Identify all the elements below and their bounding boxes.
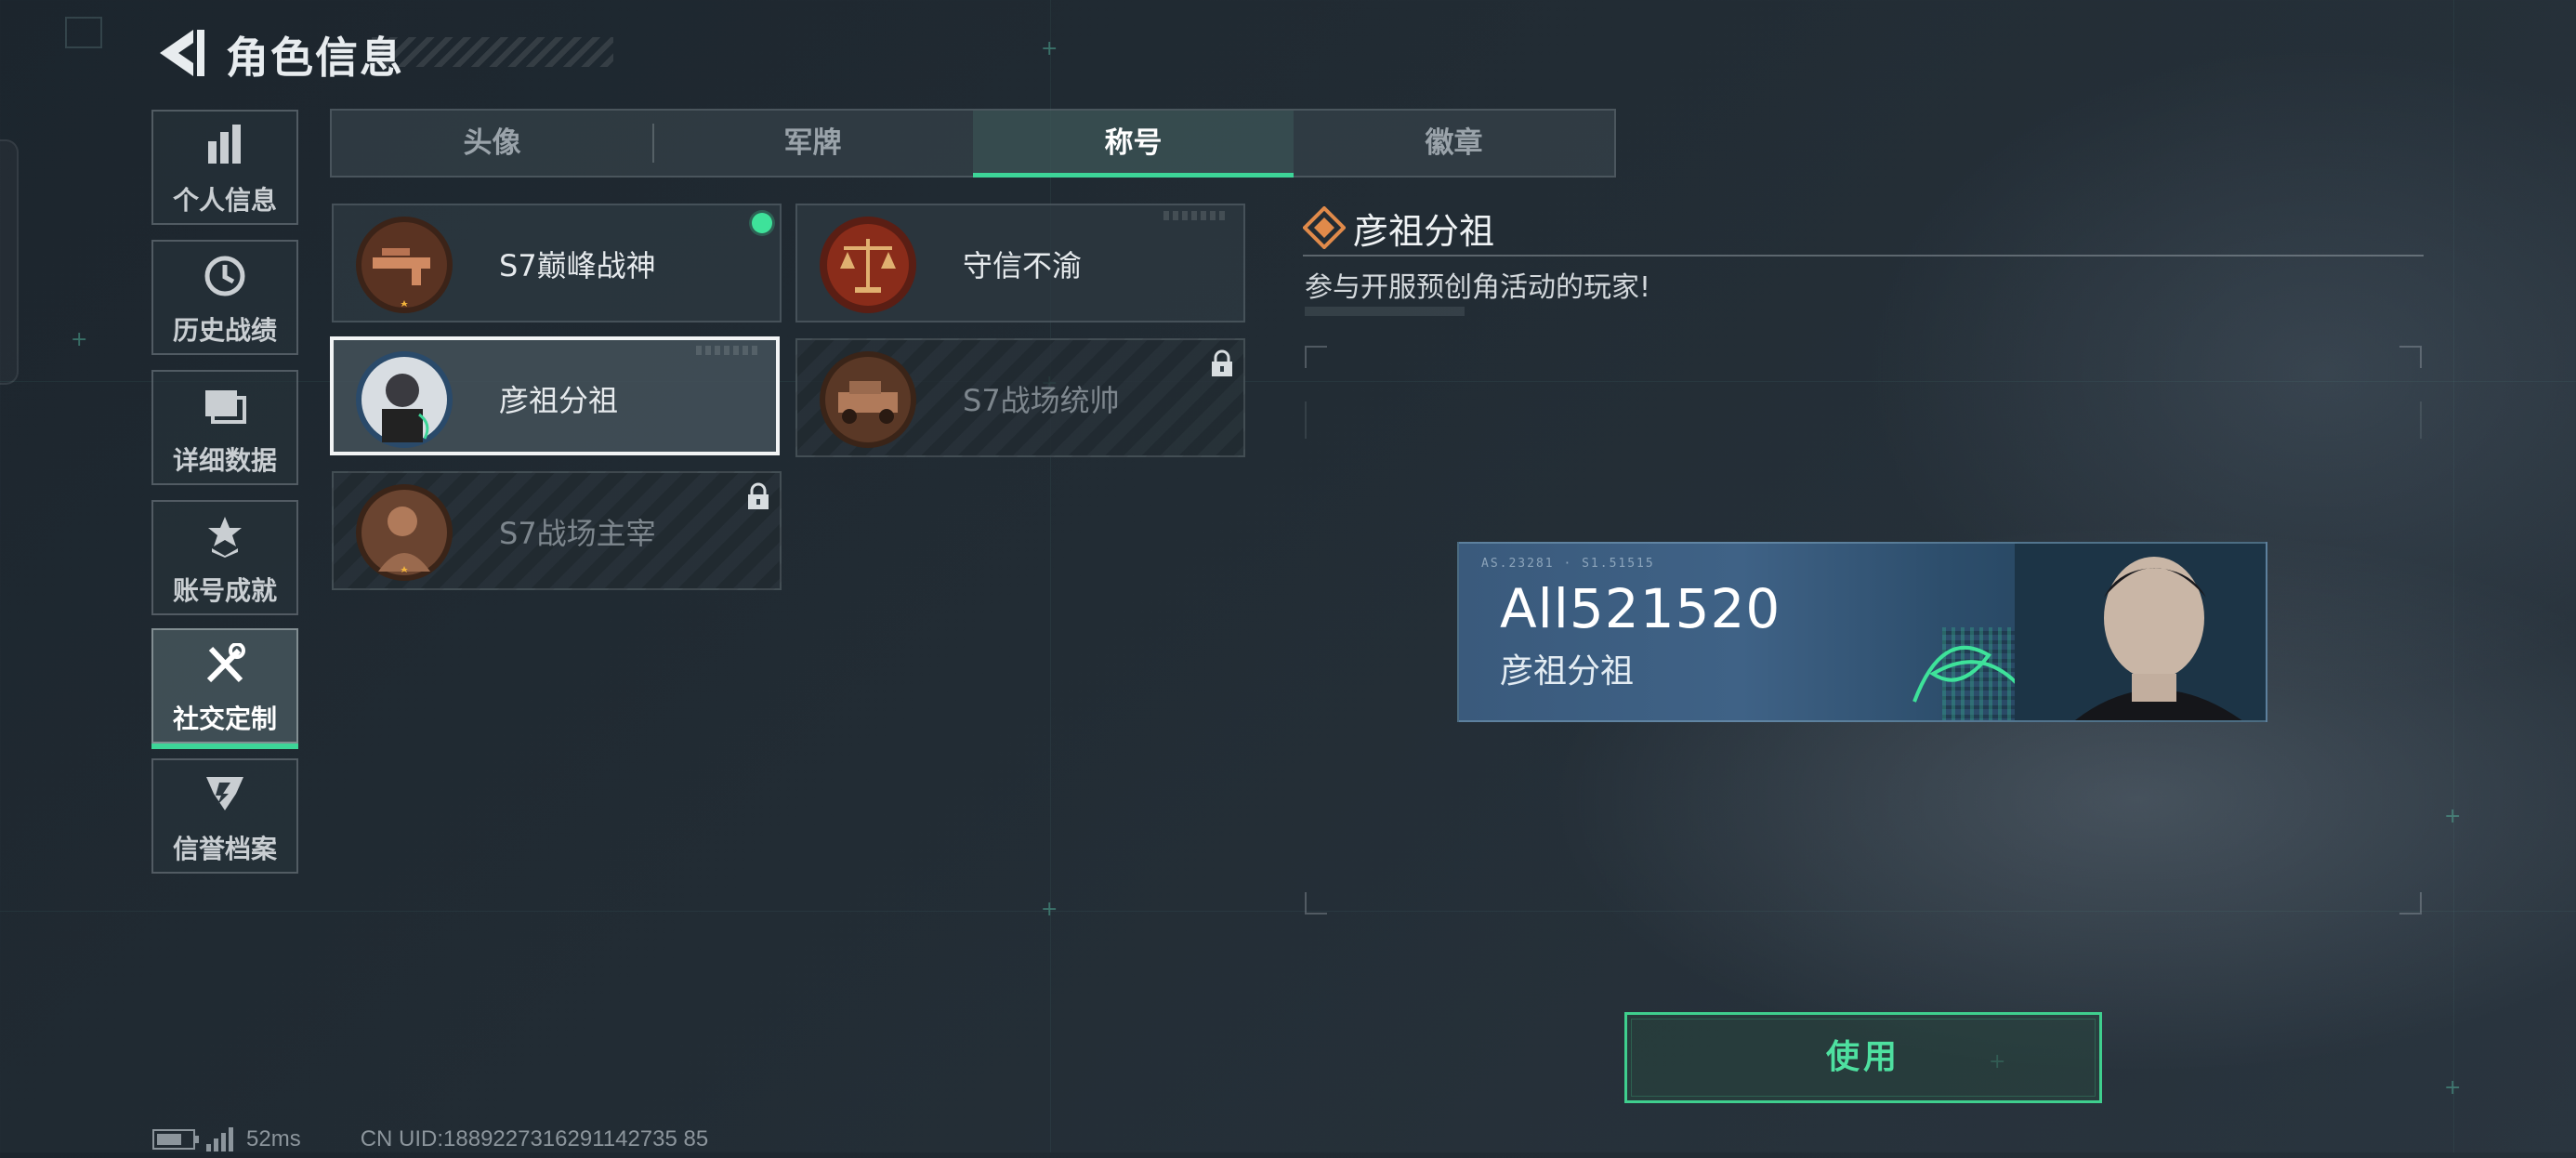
title-name: S7战场主宰 [499, 516, 656, 551]
divider [1303, 255, 2424, 257]
use-button[interactable]: 使用 [1624, 1012, 2102, 1103]
crosshair-deco-icon: + [71, 328, 88, 351]
sidebar-item-history[interactable]: 历史战绩 [151, 240, 298, 355]
title-card[interactable]: S7战场主宰 [332, 471, 782, 590]
equipped-indicator-icon [752, 213, 772, 233]
title-stripe-deco [372, 37, 613, 67]
shield-icon [153, 773, 296, 829]
title-card[interactable]: 守信不渝 [795, 204, 1245, 322]
frame-tick [1305, 401, 1307, 439]
ping-text: 52ms [246, 1126, 301, 1151]
nameplate-player-id: All521520 [1500, 577, 1781, 640]
lock-icon [748, 482, 769, 509]
weapon-emblem-icon [356, 217, 453, 313]
frame-corner [2399, 892, 2422, 915]
tools-icon [153, 642, 296, 699]
frame-corner [2399, 346, 2422, 368]
title-card[interactable]: 彦祖分祖 [330, 336, 780, 455]
tab-title[interactable]: 称号 [973, 111, 1294, 178]
title-name: 守信不渝 [963, 248, 1083, 283]
folder-icon [153, 385, 296, 441]
sidebar-item-achievements[interactable]: 账号成就 [151, 500, 298, 615]
edge-handle[interactable] [0, 139, 19, 385]
sidebar-item-label: 社交定制 [172, 704, 277, 734]
sidebar-item-label: 信誉档案 [172, 834, 277, 864]
sidebar-item-label: 个人信息 [172, 185, 277, 216]
sidebar-item-social-custom[interactable]: 社交定制 [151, 628, 298, 749]
corner-frame-deco [65, 17, 102, 48]
scales-emblem-icon [820, 217, 916, 313]
vehicle-emblem-icon [820, 351, 916, 448]
portrait-icon [2015, 544, 2266, 720]
sidebar-item-label: 账号成就 [172, 575, 277, 606]
clock-history-icon [153, 255, 296, 310]
frame-corner [1305, 346, 1327, 368]
crosshair-deco-icon: + [1041, 37, 1058, 60]
crosshair-deco-icon: + [2444, 1076, 2462, 1099]
uid-text: CN UID:1889227316291142735 85 [360, 1126, 709, 1151]
title-name: 彦祖分祖 [499, 383, 619, 418]
tab-avatar[interactable]: 头像 [332, 111, 652, 176]
card-deco [1163, 211, 1229, 220]
signal-icon [206, 1127, 233, 1151]
medal-icon [153, 515, 296, 571]
detail-title: 彦祖分祖 [1353, 211, 1495, 252]
bar-chart-icon [153, 125, 296, 180]
nameplate-title: 彦祖分祖 [1500, 652, 1635, 691]
portrait-emblem-icon [356, 351, 453, 448]
title-name: S7巅峰战神 [499, 248, 656, 283]
sidebar-item-credit[interactable]: 信誉档案 [151, 758, 298, 874]
grid-line [2453, 0, 2454, 1152]
diamond-title-icon [1303, 206, 1346, 249]
crosshair-deco-icon: + [1041, 898, 1058, 921]
detail-deco [1305, 307, 1465, 316]
frame-corner [1305, 892, 1327, 915]
battery-icon [152, 1129, 199, 1150]
detail-description: 参与开服预创角活动的玩家! [1305, 271, 1651, 304]
crosshair-deco-icon: + [2444, 805, 2462, 828]
sidebar-item-personal-info[interactable]: 个人信息 [151, 110, 298, 225]
back-arrow-icon [160, 30, 204, 76]
title-card[interactable]: S7巅峰战神 [332, 204, 782, 322]
nameplate-deco-text: AS.23281 · S1.51515 [1481, 557, 1655, 571]
nameplate-preview: AS.23281 · S1.51515 All521520 彦祖分祖 [1457, 542, 2267, 722]
tab-badge[interactable]: 徽章 [1294, 111, 1614, 176]
tab-dog-tag[interactable]: 军牌 [652, 111, 973, 176]
status-bar: 52ms CN UID:1889227316291142735 85 [152, 1121, 708, 1158]
category-tabs: 头像 军牌 称号 徽章 [330, 109, 1616, 178]
title-card[interactable]: S7战场统帅 [795, 338, 1245, 457]
back-button[interactable] [152, 26, 208, 80]
title-name: S7战场统帅 [963, 383, 1120, 418]
lock-icon [1212, 349, 1232, 376]
sidebar-item-label: 历史战绩 [172, 315, 277, 346]
card-deco [696, 346, 761, 355]
sidebar-item-label: 详细数据 [172, 445, 277, 476]
soldier-emblem-icon [356, 484, 453, 581]
sidebar-item-details[interactable]: 详细数据 [151, 370, 298, 485]
frame-tick [2420, 401, 2422, 439]
